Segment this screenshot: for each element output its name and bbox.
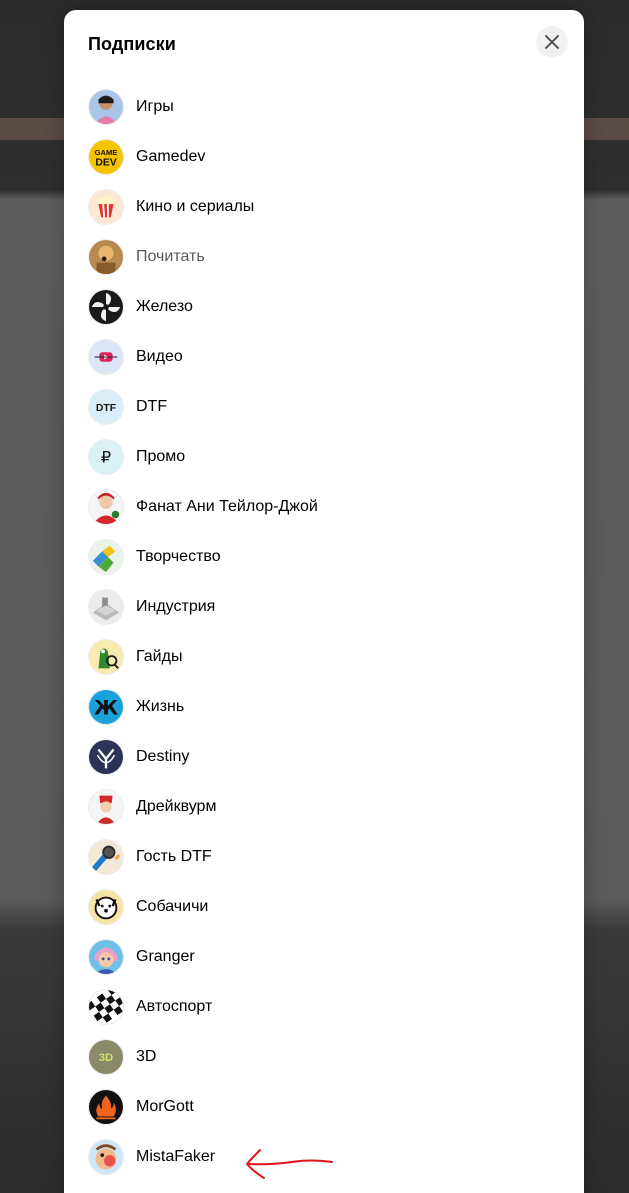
subscription-label: Фанат Ани Тейлор-Джой <box>136 498 318 515</box>
subscription-item[interactable]: Кино и сериалы <box>88 182 560 232</box>
subscription-label: Почитать <box>136 248 205 265</box>
subscription-item[interactable]: Автоспорт <box>88 982 560 1032</box>
subscription-item[interactable]: GAME DEV Gamedev <box>88 132 560 182</box>
subscription-label: Жизнь <box>136 698 185 715</box>
video-icon <box>88 339 124 375</box>
subscription-label: Собачичи <box>136 898 209 915</box>
subscription-item[interactable]: Индустрия <box>88 582 560 632</box>
subscription-label: 3D <box>136 1048 157 1065</box>
subscription-label: Промо <box>136 448 186 465</box>
subscription-item[interactable]: Гайды <box>88 632 560 682</box>
subscription-label: Кино и сериалы <box>136 198 255 215</box>
subscription-label: Творчество <box>136 548 221 565</box>
avatar-pochitat <box>88 239 124 275</box>
subscription-item[interactable]: Фанат Ани Тейлор-Джой <box>88 482 560 532</box>
fire-icon <box>88 1089 124 1125</box>
close-button[interactable] <box>536 26 568 58</box>
subscription-label: Gamedev <box>136 148 206 165</box>
zh-icon: Ж <box>88 689 124 725</box>
avatar-dreikvurm <box>88 789 124 825</box>
subscription-label: Автоспорт <box>136 998 213 1015</box>
popcorn-icon <box>88 189 124 225</box>
subscription-item[interactable]: Почитать <box>88 232 560 282</box>
avatar-tvorchestvo <box>88 539 124 575</box>
subscription-label: Видео <box>136 348 183 365</box>
svg-text:Ж: Ж <box>94 697 118 720</box>
subscription-item[interactable]: MorGott <box>88 1082 560 1132</box>
dtf-icon: DTF <box>88 389 124 425</box>
close-icon <box>545 35 559 49</box>
avatar-mistafaker <box>88 1139 124 1175</box>
subscription-label: Дрейквурм <box>136 798 217 815</box>
subscription-label: DTF <box>136 398 168 415</box>
svg-text:GAME: GAME <box>95 148 118 157</box>
avatar-gamedev: GAME DEV <box>88 139 124 175</box>
microphone-icon <box>88 839 124 875</box>
checkered-flag-icon <box>88 989 124 1025</box>
svg-text:₽: ₽ <box>101 448 111 467</box>
subscription-label: MorGott <box>136 1098 194 1115</box>
background-decoration <box>0 118 64 140</box>
avatar-3d: 3D <box>88 1039 124 1075</box>
annotation-arrow-icon <box>245 1149 333 1179</box>
subscription-item[interactable]: Видео <box>88 332 560 382</box>
subscription-label: Железо <box>136 298 193 315</box>
ruble-icon: ₽ <box>88 439 124 475</box>
avatar-fanat <box>88 489 124 525</box>
subscription-label: Гайды <box>136 648 183 665</box>
subscription-item[interactable]: Творчество <box>88 532 560 582</box>
subscription-label: Индустрия <box>136 598 216 615</box>
modal-title: Подписки <box>88 34 176 54</box>
subscription-item[interactable]: Destiny <box>88 732 560 782</box>
subscription-item[interactable]: Дрейквурм <box>88 782 560 832</box>
subscription-item[interactable]: Собачичи <box>88 882 560 932</box>
avatar-industriya <box>88 589 124 625</box>
subscription-item[interactable]: Гость DTF <box>88 832 560 882</box>
background-decoration <box>584 118 629 140</box>
subscriptions-modal: Подписки Игры GAME DEV Gamedev Кино и се… <box>64 10 584 1193</box>
dog-icon <box>88 889 124 925</box>
svg-text:DEV: DEV <box>95 158 116 169</box>
subscription-item[interactable]: ₽ Промо <box>88 432 560 482</box>
subscription-item[interactable]: Granger <box>88 932 560 982</box>
avatar-gaidy <box>88 639 124 675</box>
svg-text:DTF: DTF <box>96 403 116 414</box>
subscription-label: Гость DTF <box>136 848 212 865</box>
subscription-label: Destiny <box>136 748 190 765</box>
subscription-item[interactable]: DTF DTF <box>88 382 560 432</box>
subscription-item[interactable]: Игры <box>88 82 560 132</box>
fan-icon <box>88 289 124 325</box>
subscription-label: Игры <box>136 98 174 115</box>
subscription-label: Granger <box>136 948 195 965</box>
avatar-igry <box>88 89 124 125</box>
svg-text:3D: 3D <box>99 1052 113 1064</box>
destiny-icon <box>88 739 124 775</box>
subscription-item[interactable]: 3D 3D <box>88 1032 560 1082</box>
subscription-label: MistaFaker <box>136 1148 216 1165</box>
subscriptions-list: Игры GAME DEV Gamedev Кино и сериалы Поч… <box>88 82 560 1182</box>
subscription-item[interactable]: Ж Жизнь <box>88 682 560 732</box>
subscription-item[interactable]: Железо <box>88 282 560 332</box>
avatar-granger <box>88 939 124 975</box>
